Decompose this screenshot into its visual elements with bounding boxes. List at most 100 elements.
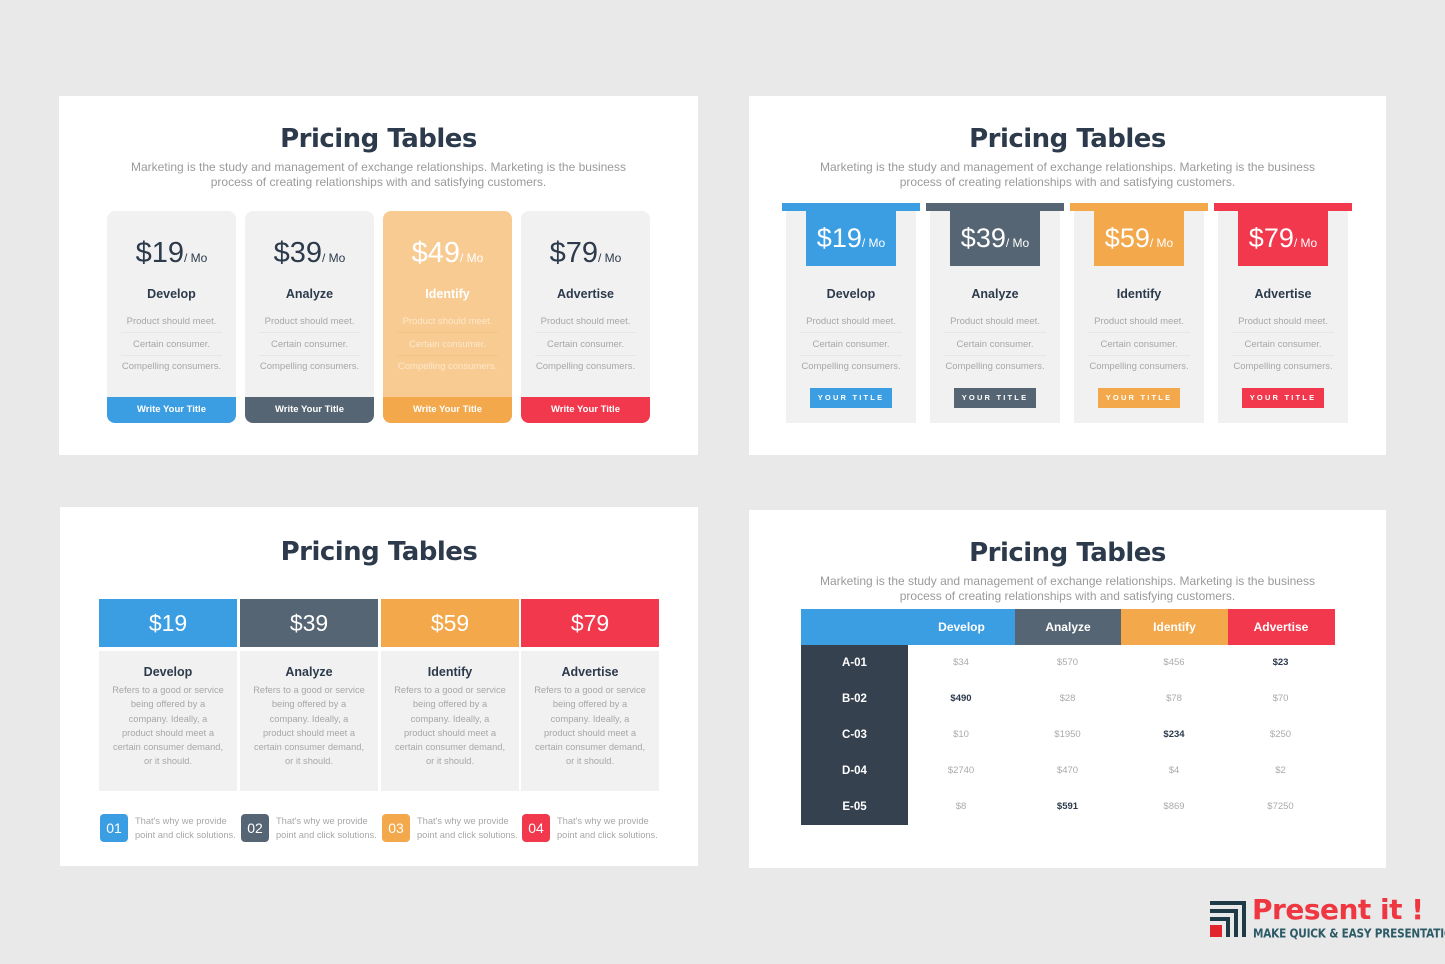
panel-title: Pricing Tables — [280, 124, 477, 154]
table-cell: $2 — [1275, 765, 1286, 776]
price-label: $19/ Mo — [107, 237, 236, 270]
price-label: $79/ Mo — [521, 237, 650, 270]
price-amount: $49 — [411, 237, 461, 269]
row-label: E-05 — [842, 801, 867, 813]
column-body: Advertise Refers to a good or service bei… — [521, 651, 659, 791]
price-header: $19 — [99, 599, 237, 647]
step-item: 02 That's why we provide point and click s… — [240, 814, 380, 844]
column-header-analyze: Analyze — [1014, 609, 1122, 645]
select-plan-button[interactable]: YOUR TITLE — [1242, 388, 1324, 408]
price-period: / Mo — [861, 236, 886, 250]
pricing-column-identify: $59 Identify Refers to a good or service b… — [381, 599, 519, 791]
select-plan-button[interactable]: Write Your Title — [107, 397, 236, 423]
feature-item: Certain consumer. — [800, 334, 902, 356]
price-period: / Mo — [460, 251, 484, 265]
card-top-bar — [1214, 203, 1352, 211]
feature-item: Compelling consumers. — [801, 361, 901, 372]
panel-title: Pricing Tables — [969, 538, 1166, 568]
step-text: That's why we provide point and click sol… — [135, 814, 236, 842]
step-text: That's why we provide point and click sol… — [417, 814, 518, 842]
select-plan-button[interactable]: Write Your Title — [383, 397, 512, 423]
table-cell: $1950 — [1054, 729, 1081, 740]
step-text-line: That's why we provide — [276, 816, 368, 826]
table-cell: $7250 — [1267, 801, 1294, 812]
plan-name: Analyze — [285, 287, 334, 301]
feature-item: Compelling consumers. — [1089, 361, 1189, 372]
table-header: Develop Analyze Identify Advertise — [801, 609, 1335, 645]
plan-name: Advertise — [1254, 287, 1312, 301]
feature-item: Certain consumer. — [121, 334, 222, 356]
feature-item: Compelling consumers. — [259, 361, 360, 372]
table-cell: $28 — [1059, 693, 1076, 704]
select-plan-button[interactable]: YOUR TITLE — [1098, 388, 1180, 408]
row-label: C-03 — [842, 729, 867, 741]
pricing-card-analyze: $39/ Mo Analyze Product should meet. Certai… — [245, 211, 374, 423]
step-text: That's why we provide point and click sol… — [276, 814, 377, 842]
price-period: / Mo — [184, 251, 208, 265]
plan-name: Identify — [427, 665, 473, 679]
table-cell: $78 — [1166, 693, 1182, 704]
pricing-panel-rounded-cards: Pricing Tables Marketing is the study an… — [59, 96, 698, 455]
step-text: That's why we provide point and click sol… — [557, 814, 658, 842]
plan-name: Analyze — [971, 287, 1019, 301]
feature-item: Product should meet. — [397, 311, 498, 333]
price-header: $59 — [381, 599, 519, 647]
table-row: D-04 $2740 $470 $4 $2 — [801, 753, 1334, 789]
table-cell: $250 — [1269, 729, 1292, 740]
present-it-logo: Present it ! MAKE QUICK & EASY PRESENTAT… — [1208, 893, 1445, 948]
plan-description: Refers to a good or service being offere… — [253, 685, 365, 767]
step-text-line: point and click solutions. — [557, 830, 658, 840]
card-top-bar — [782, 203, 920, 211]
select-plan-button[interactable]: YOUR TITLE — [954, 388, 1036, 408]
step-number-badge: 03 — [382, 814, 410, 842]
plan-name: Develop — [147, 287, 196, 301]
panel-subtitle: Marketing is the study and management of… — [131, 160, 626, 189]
feature-item: Compelling consumers. — [397, 361, 498, 372]
pricing-card-advertise: $79/ Mo Advertise Product should meet. Cert… — [1214, 203, 1352, 423]
select-plan-button[interactable]: Write Your Title — [245, 397, 374, 423]
feature-item: Certain consumer. — [944, 334, 1046, 356]
table-cell: $70 — [1272, 693, 1289, 704]
table-cell: $23 — [1272, 657, 1289, 668]
logo-tagline: MAKE QUICK & EASY PRESENTATIONS — [1253, 927, 1445, 941]
table-row: C-03 $10 $1950 $234 $250 — [801, 717, 1334, 753]
step-number-badge: 04 — [522, 814, 550, 842]
step-text-line: That's why we provide — [135, 816, 227, 826]
price-period: / Mo — [598, 251, 622, 265]
plan-description: Refers to a good or service being offere… — [394, 685, 506, 767]
feature-item: Compelling consumers. — [1233, 361, 1333, 372]
panel-subtitle: Marketing is the study and management of… — [820, 160, 1315, 189]
row-label: D-04 — [842, 765, 867, 777]
table-cell: $10 — [953, 729, 969, 740]
header-corner-cell — [801, 609, 908, 645]
price-header: $79 — [521, 599, 659, 647]
table-cell: $456 — [1163, 657, 1185, 668]
price-amount: $19 — [816, 223, 862, 253]
plan-name: Advertise — [557, 287, 614, 301]
pricing-panel-column-cards: Pricing Tables $19 Develop Refers to a goo… — [60, 507, 698, 866]
feature-item: Product should meet. — [121, 311, 222, 333]
price-amount: $79 — [549, 237, 599, 269]
feature-item: Compelling consumers. — [121, 361, 222, 372]
plan-name: Analyze — [285, 665, 333, 679]
column-body: Analyze Refers to a good or service being… — [240, 651, 378, 791]
step-text-line: point and click solutions. — [417, 830, 518, 840]
step-number-badge: 01 — [100, 814, 128, 842]
plan-name: Identify — [425, 287, 470, 301]
table-row: A-01 $34 $570 $456 $23 — [801, 645, 1334, 681]
feature-item: Certain consumer. — [1232, 334, 1334, 356]
pricing-panel-tag-cards: Pricing Tables Marketing is the study an… — [749, 96, 1386, 455]
plan-name: Develop — [143, 665, 193, 679]
step-item: 01 That's why we provide point and click s… — [99, 814, 239, 844]
feature-item: Product should meet. — [535, 311, 636, 333]
price-tag: $19/ Mo — [806, 211, 896, 266]
table-cell: $234 — [1163, 729, 1185, 740]
table-cell: $2740 — [947, 765, 975, 776]
present-it-logo-icon — [1210, 901, 1246, 937]
row-label: B-02 — [842, 693, 867, 705]
pricing-card-advertise: $79/ Mo Advertise Product should meet. Cert… — [521, 211, 650, 423]
panel-title: Pricing Tables — [280, 537, 478, 567]
select-plan-button[interactable]: YOUR TITLE — [810, 388, 892, 408]
plan-description: Refers to a good or service being offere… — [112, 685, 224, 767]
select-plan-button[interactable]: Write Your Title — [521, 397, 650, 423]
